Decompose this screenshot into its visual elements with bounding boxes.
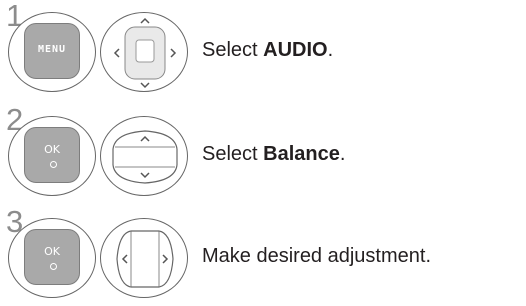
instruction-text: Select <box>202 143 264 165</box>
navigation-pad-icon <box>113 17 177 89</box>
menu-key-label: MENU <box>37 44 67 55</box>
left-arrow-icon <box>121 254 128 264</box>
ok-key-label: OK <box>44 245 60 258</box>
ok-key-icon: OK <box>24 229 80 285</box>
ok-key-icon: OK <box>24 127 80 183</box>
instruction-suffix: . <box>327 39 334 61</box>
ok-key-dot <box>50 161 57 168</box>
step-instruction: Select Balance. <box>202 142 345 166</box>
step-instruction: Make desired adjustment. <box>202 244 431 268</box>
up-arrow-icon <box>140 17 150 24</box>
instruction-bold: Balance <box>263 143 340 165</box>
step-instruction: Select AUDIO. <box>202 38 333 62</box>
instruction-text: Make desired adjustment. <box>202 245 432 267</box>
navigation-pad-four-way[interactable] <box>100 12 188 92</box>
navigation-pad-left-right[interactable] <box>100 218 188 298</box>
instruction-text: Select <box>202 39 264 61</box>
ok-key-button[interactable]: OK <box>8 218 96 298</box>
down-arrow-icon <box>140 82 150 89</box>
navigation-pad-icon <box>116 230 174 288</box>
navigation-pad-up-down[interactable] <box>100 116 188 196</box>
ok-key-dot <box>50 263 57 270</box>
step-1: 1 MENU Select AUDIO. <box>0 0 526 92</box>
navigation-pad-icon <box>112 130 178 184</box>
ok-key-button[interactable]: OK <box>8 116 96 196</box>
up-arrow-icon <box>140 135 150 142</box>
step-2: 2 OK Select Balance. <box>0 104 526 196</box>
down-arrow-icon <box>140 172 150 179</box>
ok-key-label: OK <box>44 143 60 156</box>
left-arrow-icon <box>113 48 120 58</box>
step-3: 3 OK Make desired adjustment. <box>0 206 526 298</box>
menu-key-icon: MENU <box>24 23 80 79</box>
right-arrow-icon <box>170 48 177 58</box>
instruction-bold: AUDIO <box>263 39 328 61</box>
instruction-suffix: . <box>339 143 346 165</box>
right-arrow-icon <box>162 254 169 264</box>
menu-key-button[interactable]: MENU <box>8 12 96 92</box>
